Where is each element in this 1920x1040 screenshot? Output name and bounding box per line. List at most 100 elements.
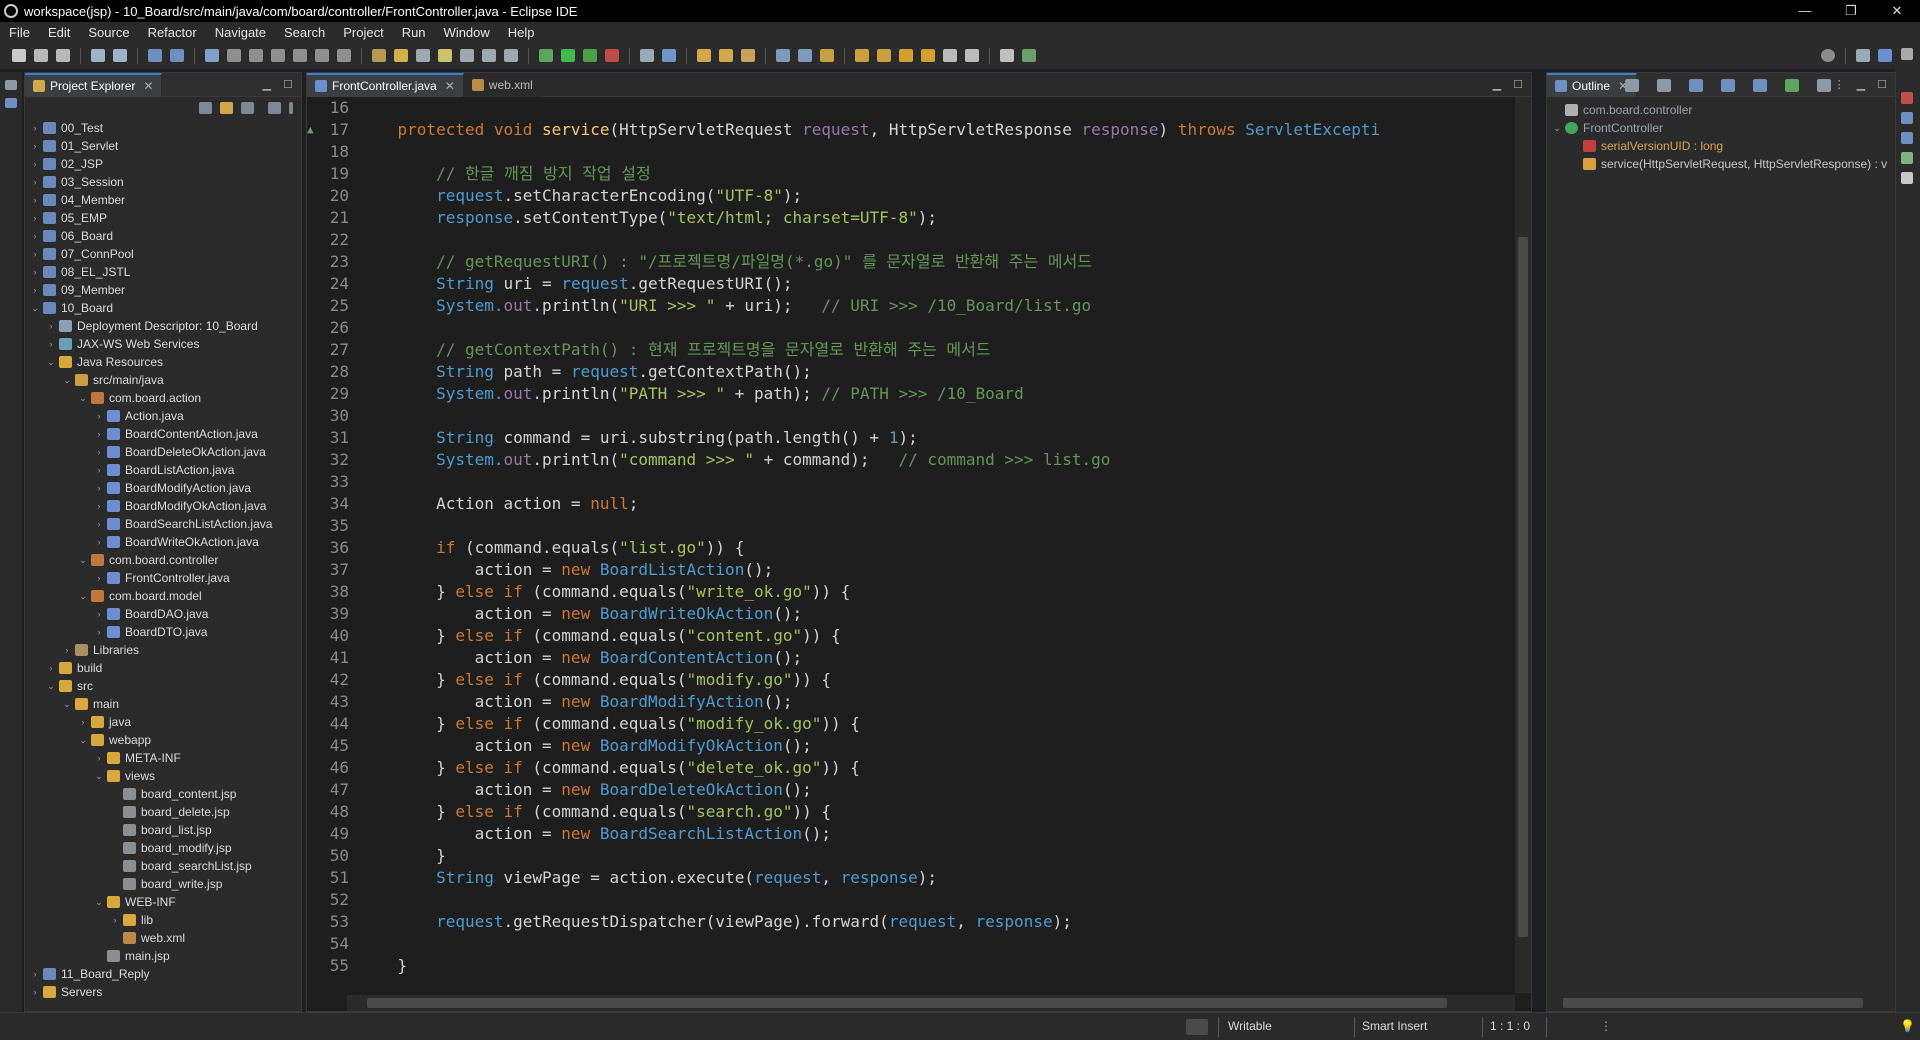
declaration-view-icon[interactable] (1901, 132, 1913, 144)
new-window-icon[interactable] (1000, 49, 1014, 62)
problems-view-icon[interactable] (1901, 92, 1913, 104)
navigate-back-icon[interactable] (943, 49, 957, 62)
step-into-icon[interactable] (293, 49, 307, 62)
chevron-right-icon[interactable]: › (29, 173, 41, 191)
code-line[interactable]: 41 action = new BoardContentAction(); (307, 647, 1515, 669)
tree-item[interactable]: › BoardContentAction.java (25, 425, 301, 443)
back-icon[interactable] (899, 49, 913, 62)
chevron-right-icon[interactable]: › (29, 983, 41, 1001)
open-perspective-extra-icon[interactable] (1022, 49, 1036, 62)
code-line[interactable]: 48 } else if (command.equals("search.go"… (307, 801, 1515, 823)
filter-icon[interactable] (241, 102, 254, 114)
tree-item[interactable]: board_write.jsp (25, 875, 301, 893)
hide-static-icon[interactable] (1721, 79, 1735, 92)
chevron-right-icon[interactable]: › (93, 605, 105, 623)
tree-item[interactable]: ⌄ com.board.action (25, 389, 301, 407)
terminate-icon[interactable] (249, 49, 263, 62)
chevron-down-icon[interactable]: ⌄ (61, 371, 73, 389)
tree-item[interactable]: › Servers (25, 983, 301, 1001)
code-line[interactable]: 49 action = new BoardSearchListAction(); (307, 823, 1515, 845)
code-line[interactable]: 29 System.out.println("PATH >>> " + path… (307, 383, 1515, 405)
chevron-down-icon[interactable]: ⌄ (1551, 119, 1563, 137)
chevron-right-icon[interactable]: › (29, 119, 41, 137)
tree-item[interactable]: › 01_Servlet (25, 137, 301, 155)
minimize-button[interactable]: — (1782, 0, 1828, 22)
tree-item[interactable]: › 11_Board_Reply (25, 965, 301, 983)
chevron-right-icon[interactable]: › (29, 209, 41, 227)
tree-item[interactable]: board_modify.jsp (25, 839, 301, 857)
resume-icon[interactable] (205, 49, 219, 62)
chevron-right-icon[interactable]: › (29, 155, 41, 173)
scroll-thumb[interactable] (1563, 998, 1863, 1008)
close-icon[interactable]: ✕ (143, 79, 153, 93)
tree-item[interactable]: ⌄ com.board.model (25, 587, 301, 605)
tree-item[interactable]: ⌄ Java Resources (25, 353, 301, 371)
code-line[interactable]: 46 } else if (command.equals("delete_ok.… (307, 757, 1515, 779)
chevron-right-icon[interactable]: › (93, 497, 105, 515)
tree-item[interactable]: › 04_Member (25, 191, 301, 209)
close-window-button[interactable]: ✕ (1874, 0, 1920, 22)
servers-view-icon[interactable] (1901, 152, 1913, 164)
code-line[interactable]: 50 } (307, 845, 1515, 867)
code-line[interactable]: 18 (307, 141, 1515, 163)
chevron-down-icon[interactable]: ⌄ (93, 767, 105, 785)
code-line[interactable]: 20 request.setCharacterEncoding("UTF-8")… (307, 185, 1515, 207)
code-line[interactable]: 30 (307, 405, 1515, 427)
menu-refactor[interactable]: Refactor (139, 25, 206, 40)
tree-item[interactable]: › FrontController.java (25, 569, 301, 587)
chevron-down-icon[interactable]: ⌄ (29, 299, 41, 317)
menu-navigate[interactable]: Navigate (206, 25, 275, 40)
code-editor[interactable]: 16 ▲ 17 protected void service(HttpServlet… (307, 97, 1515, 977)
maximize-view-icon[interactable]: ☐ (283, 78, 293, 91)
chevron-down-icon[interactable]: ⌄ (77, 731, 89, 749)
chevron-right-icon[interactable]: › (45, 317, 57, 335)
tree-item[interactable]: › BoardDTO.java (25, 623, 301, 641)
refresh-icon[interactable] (798, 49, 812, 62)
code-line[interactable]: 31 String command = uri.substring(path.l… (307, 427, 1515, 449)
chevron-right-icon[interactable]: › (93, 623, 105, 641)
code-line[interactable]: 43 action = new BoardModifyAction(); (307, 691, 1515, 713)
code-line[interactable]: 53 request.getRequestDispatcher(viewPage… (307, 911, 1515, 933)
tree-item[interactable]: ⌄ 10_Board (25, 299, 301, 317)
chevron-right-icon[interactable]: › (45, 335, 57, 353)
redo-icon[interactable] (113, 49, 127, 62)
chevron-right-icon[interactable]: › (93, 533, 105, 551)
next-annotation-icon[interactable] (855, 49, 869, 62)
tree-item[interactable]: › 07_ConnPool (25, 245, 301, 263)
code-line[interactable]: 44 } else if (command.equals("modify_ok.… (307, 713, 1515, 735)
tree-item[interactable]: board_content.jsp (25, 785, 301, 803)
outline-item[interactable]: ⌄ FrontController (1547, 119, 1895, 137)
menu-project[interactable]: Project (334, 25, 392, 40)
save-all-icon[interactable] (56, 49, 70, 62)
tree-item[interactable]: › java (25, 713, 301, 731)
code-line[interactable]: 52 (307, 889, 1515, 911)
minimized-view-icon[interactable] (5, 98, 17, 108)
chevron-right-icon[interactable]: › (29, 227, 41, 245)
code-line[interactable]: 33 (307, 471, 1515, 493)
chevron-down-icon[interactable]: ⌄ (45, 677, 57, 695)
tree-item[interactable]: › META-INF (25, 749, 301, 767)
run-icon[interactable] (561, 49, 575, 62)
tree-item[interactable]: ⌄ src/main/java (25, 371, 301, 389)
chevron-down-icon[interactable]: ⌄ (61, 695, 73, 713)
tree-item[interactable]: › 06_Board (25, 227, 301, 245)
menu-file[interactable]: File (0, 25, 39, 40)
chevron-down-icon[interactable]: ⌄ (77, 587, 89, 605)
chevron-right-icon[interactable]: › (93, 407, 105, 425)
tree-item[interactable]: › BoardWriteOkAction.java (25, 533, 301, 551)
step-over-icon[interactable] (315, 49, 329, 62)
code-line[interactable]: 24 String uri = request.getRequestURI(); (307, 273, 1515, 295)
code-line[interactable]: 28 String path = request.getContextPath(… (307, 361, 1515, 383)
block-selection-icon[interactable] (460, 49, 474, 62)
chevron-right-icon[interactable]: › (93, 749, 105, 767)
tree-item[interactable]: web.xml (25, 929, 301, 947)
code-line[interactable]: 27 // getContextPath() : 현재 프로젝트명을 문자열로 … (307, 339, 1515, 361)
web-browser-icon[interactable] (662, 49, 676, 62)
code-line[interactable]: 39 action = new BoardWriteOkAction(); (307, 603, 1515, 625)
tree-item[interactable]: › BoardDeleteOkAction.java (25, 443, 301, 461)
edit-icon[interactable] (741, 49, 755, 62)
code-line[interactable]: 32 System.out.println("command >>> " + c… (307, 449, 1515, 471)
new-folder-icon[interactable] (719, 49, 733, 62)
close-icon[interactable]: ✕ (445, 79, 455, 93)
status-more-icon[interactable]: ⋮ (1600, 1019, 1612, 1033)
